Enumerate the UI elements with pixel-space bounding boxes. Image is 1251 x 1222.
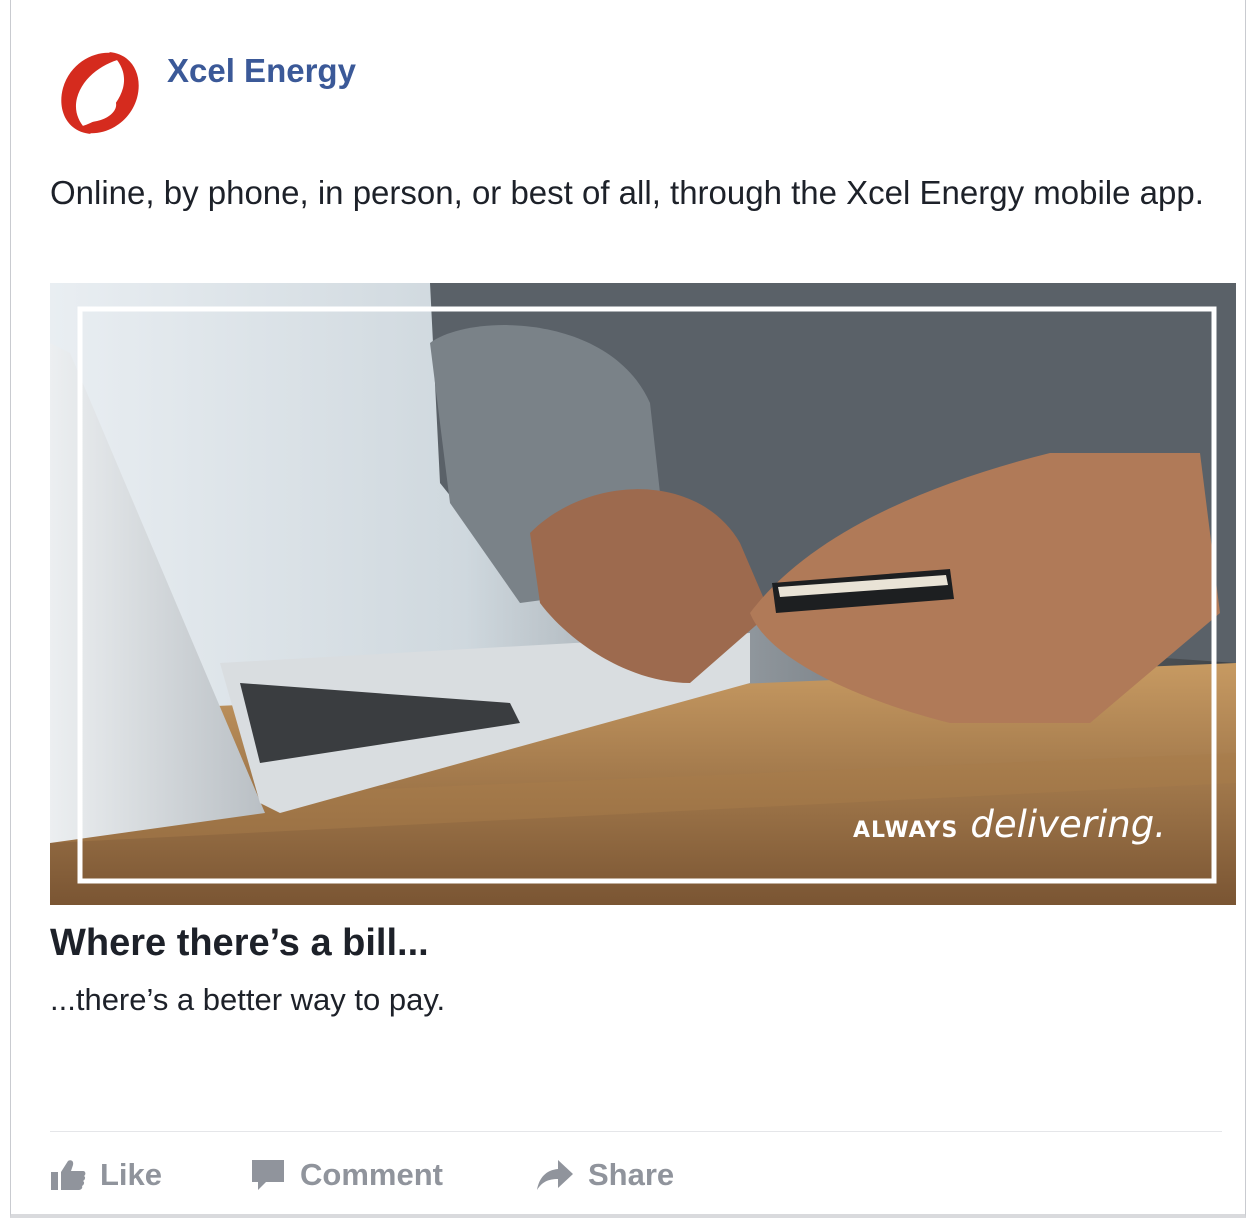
- xcel-energy-logo[interactable]: [55, 48, 145, 138]
- comment-button[interactable]: Comment: [250, 1150, 443, 1200]
- post-text: Online, by phone, in person, or best of …: [50, 174, 1204, 211]
- ad-tagline: ALWAYS delivering.: [853, 803, 1166, 846]
- tagline-prefix: ALWAYS: [853, 818, 959, 843]
- share-arrow-icon: [537, 1160, 573, 1190]
- thumbs-up-icon: [51, 1160, 86, 1190]
- post-image[interactable]: ALWAYS delivering.: [50, 283, 1236, 905]
- link-description: ...there’s a better way to pay.: [50, 982, 446, 1017]
- tagline-word: delivering.: [970, 803, 1166, 846]
- page-name-link[interactable]: Xcel Energy: [167, 52, 356, 90]
- like-label: Like: [100, 1157, 163, 1192]
- link-title[interactable]: Where there’s a bill...: [50, 922, 429, 965]
- post-header: Xcel Energy: [55, 46, 655, 136]
- post-card: Xcel Energy Online, by phone, in person,…: [10, 0, 1246, 1218]
- comment-icon: [252, 1160, 284, 1190]
- share-label: Share: [588, 1157, 675, 1192]
- share-button[interactable]: Share: [536, 1150, 674, 1200]
- like-button[interactable]: Like: [50, 1150, 162, 1200]
- comment-label: Comment: [300, 1157, 443, 1192]
- post-actions: Like Comment Share: [50, 1150, 850, 1200]
- actions-divider: [50, 1131, 1222, 1132]
